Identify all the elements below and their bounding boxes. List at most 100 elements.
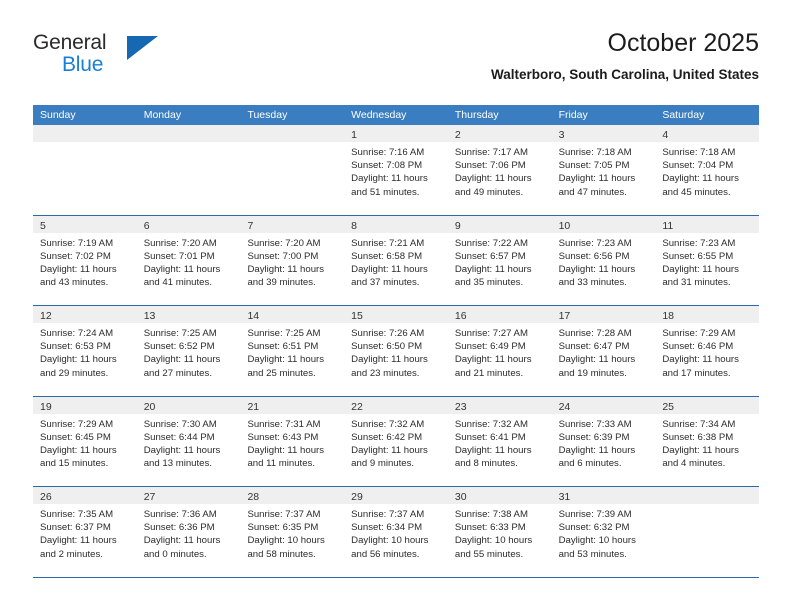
calendar-day-cell[interactable]: 23 Sunrise: 7:32 AM Sunset: 6:41 PM Dayligh… [447, 396, 552, 486]
day-number-bar: 6 [136, 215, 241, 233]
day-detail-line: and 41 minutes. [143, 277, 212, 289]
day-details: Sunrise: 7:33 AM Sunset: 6:39 PM Daylight:… [552, 414, 656, 471]
day-detail-line: Sunrise: 7:32 AM [351, 418, 425, 430]
day-detail-line: Sunrise: 7:26 AM [351, 328, 425, 339]
calendar-day-cell[interactable]: 9 Sunrise: 7:22 AM Sunset: 6:57 PM Daylight… [447, 215, 552, 305]
calendar-grid: Sunday Monday Tuesday Wednesday Thursday Frid… [33, 105, 760, 578]
calendar-day-cell[interactable]: 21 Sunrise: 7:31 AM Sunset: 6:43 PM Dayligh… [240, 396, 345, 486]
grid-bottom-border [33, 576, 759, 578]
day-detail-line: Sunset: 6:53 PM [40, 341, 111, 353]
day-detail-line: Sunset: 6:51 PM [247, 341, 319, 353]
calendar-day-cell[interactable]: 15 Sunrise: 7:26 AM Sunset: 6:50 PM Dayligh… [344, 306, 448, 396]
day-detail-line: Sunrise: 7:29 AM [40, 418, 114, 430]
calendar-day-cell[interactable]: 7 Sunrise: 7:20 AM Sunset: 7:00 PM Daylight… [240, 215, 345, 305]
day-detail-line: Sunrise: 7:37 AM [247, 509, 321, 520]
page-title: October 2025 [607, 29, 760, 57]
calendar-day-cell[interactable]: 5 Sunrise: 7:19 AM Sunset: 7:02 PM Daylight… [33, 215, 137, 305]
day-detail-line: and 37 minutes. [351, 277, 420, 289]
day-number: 5 [40, 219, 46, 232]
calendar-day-cell[interactable]: 16 Sunrise: 7:27 AM Sunset: 6:49 PM Dayligh… [447, 306, 552, 396]
calendar-day-cell[interactable]: 13 Sunrise: 7:25 AM Sunset: 6:52 PM Dayligh… [136, 306, 241, 396]
day-number-bar: 5 [33, 215, 137, 233]
calendar-day-cell-empty [240, 125, 345, 215]
calendar-day-cell[interactable]: 24 Sunrise: 7:33 AM Sunset: 6:39 PM Dayligh… [551, 396, 656, 486]
day-number-bar: 8 [344, 215, 448, 233]
day-detail-line: and 11 minutes. [247, 458, 315, 470]
calendar-week-row: 5 Sunrise: 7:19 AM Sunset: 7:02 PM Daylight… [33, 214, 760, 305]
calendar-day-cell-empty [655, 487, 760, 577]
day-detail-line: Daylight: 11 hours [40, 444, 117, 456]
calendar-day-cell[interactable]: 25 Sunrise: 7:34 AM Sunset: 6:38 PM Dayligh… [655, 396, 760, 486]
day-number: 10 [558, 219, 571, 232]
day-number-bar: 18 [655, 306, 760, 323]
day-number: 14 [247, 310, 260, 322]
calendar-day-cell[interactable]: 20 Sunrise: 7:30 AM Sunset: 6:44 PM Dayligh… [136, 396, 241, 486]
day-detail-line: Sunset: 6:46 PM [662, 341, 734, 353]
day-details: Sunrise: 7:23 AM Sunset: 6:56 PM Daylight:… [552, 233, 656, 290]
weekday-header-tuesday: Tuesday [247, 109, 288, 121]
day-details: Sunrise: 7:26 AM Sunset: 6:50 PM Daylight:… [344, 323, 448, 380]
calendar-day-cell[interactable]: 1 Sunrise: 7:16 AM Sunset: 7:08 PM Daylight… [344, 125, 448, 215]
calendar-day-cell[interactable]: 4 Sunrise: 7:18 AM Sunset: 7:04 PM Daylight… [655, 125, 760, 215]
day-detail-line: Sunset: 6:57 PM [454, 250, 526, 262]
calendar-day-cell[interactable]: 11 Sunrise: 7:23 AM Sunset: 6:55 PM Dayligh… [655, 215, 760, 305]
calendar-day-cell[interactable]: 29 Sunrise: 7:37 AM Sunset: 6:34 PM Dayligh… [344, 487, 448, 577]
calendar-day-cell[interactable]: 12 Sunrise: 7:24 AM Sunset: 6:53 PM Dayligh… [33, 306, 137, 396]
calendar-weeks: 1 Sunrise: 7:16 AM Sunset: 7:08 PM Daylight… [33, 125, 760, 577]
day-detail-line: Sunset: 6:36 PM [143, 522, 215, 534]
day-number: 26 [40, 491, 52, 503]
day-detail-line: and 33 minutes. [558, 277, 627, 289]
day-detail-line: Sunset: 6:42 PM [351, 431, 423, 443]
day-details: Sunrise: 7:39 AM Sunset: 6:32 PM Daylight:… [552, 504, 656, 561]
location-subtitle: Walterboro, South Carolina, United State… [490, 67, 759, 82]
day-number-bar: 23 [447, 396, 552, 414]
day-detail-line: Sunset: 6:32 PM [558, 522, 630, 534]
day-detail-line: and 27 minutes. [143, 367, 212, 379]
day-detail-line: Daylight: 11 hours [40, 535, 117, 547]
calendar-day-cell[interactable]: 2 Sunrise: 7:17 AM Sunset: 7:06 PM Daylight… [447, 125, 552, 215]
day-number: 1 [351, 129, 357, 141]
calendar-day-cell[interactable]: 19 Sunrise: 7:29 AM Sunset: 6:45 PM Dayligh… [33, 396, 137, 486]
day-detail-line: Daylight: 11 hours [662, 354, 739, 366]
calendar-day-cell[interactable]: 28 Sunrise: 7:37 AM Sunset: 6:35 PM Dayligh… [240, 487, 345, 577]
calendar-day-cell[interactable]: 26 Sunrise: 7:35 AM Sunset: 6:37 PM Dayligh… [33, 487, 137, 577]
day-detail-line: Daylight: 11 hours [558, 354, 636, 366]
day-number-bar: 25 [655, 396, 760, 414]
day-number-bar: 22 [344, 396, 448, 414]
calendar-day-cell[interactable]: 27 Sunrise: 7:36 AM Sunset: 6:36 PM Dayligh… [136, 487, 241, 577]
day-number-bar: 10 [551, 215, 656, 233]
calendar-day-cell[interactable]: 30 Sunrise: 7:38 AM Sunset: 6:33 PM Dayligh… [447, 487, 552, 577]
calendar-day-cell[interactable]: 22 Sunrise: 7:32 AM Sunset: 6:42 PM Dayligh… [344, 396, 448, 486]
calendar-day-cell[interactable]: 8 Sunrise: 7:21 AM Sunset: 6:58 PM Daylight… [344, 215, 448, 305]
day-detail-line: Sunrise: 7:21 AM [351, 237, 425, 249]
day-number-bar: 12 [33, 306, 137, 323]
weekday-header-friday: Friday [558, 109, 588, 121]
weekday-header-thursday: Thursday [454, 109, 499, 121]
day-number: 4 [662, 129, 669, 141]
day-details: Sunrise: 7:31 AM Sunset: 6:43 PM Daylight:… [240, 414, 344, 471]
calendar-day-cell[interactable]: 17 Sunrise: 7:28 AM Sunset: 6:47 PM Dayligh… [551, 306, 656, 396]
day-number-bar: 13 [136, 306, 241, 323]
calendar-day-cell[interactable]: 14 Sunrise: 7:25 AM Sunset: 6:51 PM Dayligh… [240, 306, 345, 396]
day-detail-line: Sunset: 6:55 PM [662, 250, 734, 262]
calendar-day-cell[interactable]: 18 Sunrise: 7:29 AM Sunset: 6:46 PM Dayligh… [655, 306, 760, 396]
day-number-bar: 2 [447, 125, 552, 142]
calendar-day-cell[interactable]: 31 Sunrise: 7:39 AM Sunset: 6:32 PM Dayligh… [551, 487, 656, 577]
day-detail-line: Sunset: 7:06 PM [454, 160, 526, 172]
day-number-bar [33, 125, 137, 142]
day-number: 27 [143, 491, 156, 503]
day-details: Sunrise: 7:18 AM Sunset: 7:05 PM Daylight:… [552, 142, 656, 199]
weekday-header-row: Sunday Monday Tuesday Wednesday Thursday Frid… [33, 105, 759, 125]
day-detail-line: Sunrise: 7:38 AM [454, 509, 528, 520]
day-details: Sunrise: 7:32 AM Sunset: 6:41 PM Daylight:… [448, 414, 552, 471]
calendar-day-cell[interactable]: 10 Sunrise: 7:23 AM Sunset: 6:56 PM Dayligh… [551, 215, 656, 305]
day-detail-line: and 23 minutes. [351, 367, 420, 379]
calendar-day-cell[interactable]: 6 Sunrise: 7:20 AM Sunset: 7:01 PM Daylight… [136, 215, 241, 305]
day-number: 19 [40, 400, 52, 413]
day-detail-line: Sunrise: 7:29 AM [662, 328, 736, 339]
day-detail-line: Daylight: 10 hours [558, 535, 636, 547]
generalblue-logo[interactable]: General Blue [33, 32, 173, 84]
day-detail-line: Daylight: 11 hours [247, 263, 325, 275]
calendar-day-cell[interactable]: 3 Sunrise: 7:18 AM Sunset: 7:05 PM Daylight… [551, 125, 656, 215]
day-detail-line: Daylight: 11 hours [558, 444, 636, 456]
